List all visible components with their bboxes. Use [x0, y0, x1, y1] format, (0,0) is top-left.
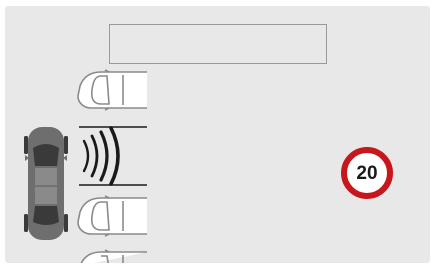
parked-car-icon [77, 69, 147, 111]
parking-scene [24, 69, 147, 263]
ultrasonic-waves-icon [82, 126, 120, 186]
speed-limit-sign-icon: 20 [341, 147, 393, 199]
car-top-view-icon [24, 127, 68, 240]
parked-car-icon [77, 195, 147, 237]
speed-limit-value: 20 [356, 162, 378, 184]
parking-assist-display: 20 [5, 6, 430, 263]
parked-car-icon [80, 249, 147, 263]
